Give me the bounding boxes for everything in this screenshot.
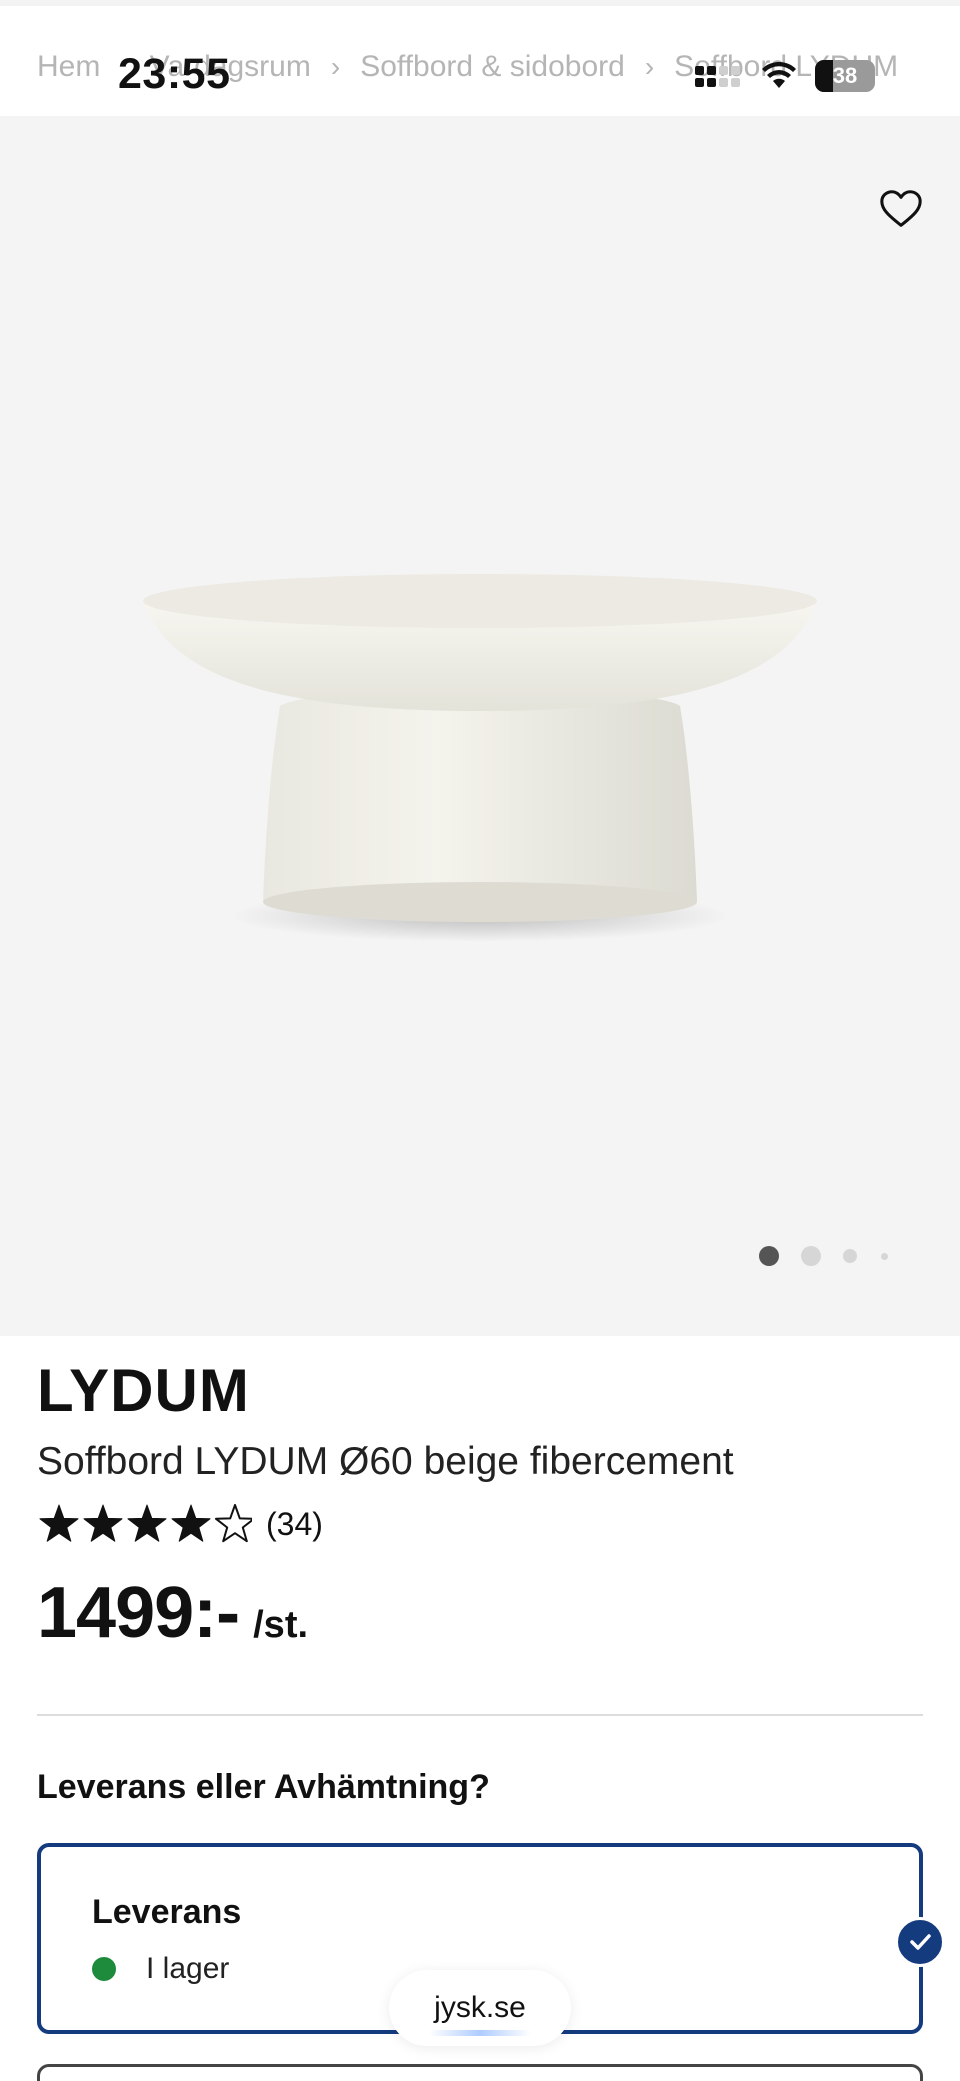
carousel-dot[interactable] <box>881 1252 888 1260</box>
browser-url: jysk.se <box>434 1991 526 2024</box>
product-brand: LYDUM <box>37 1357 250 1424</box>
signal-icon <box>695 66 740 87</box>
carousel-dot[interactable] <box>843 1249 857 1263</box>
product-rating[interactable]: (34) <box>37 1502 323 1546</box>
product-price: 1499:- /st. <box>37 1572 308 1654</box>
star-filled-icon <box>83 1504 123 1542</box>
breadcrumb-separator: › <box>644 51 655 82</box>
heart-outline-icon[interactable] <box>878 186 924 232</box>
star-filled-icon <box>39 1504 79 1542</box>
status-time: 23:55 <box>118 50 231 98</box>
stock-status: I lager <box>92 1952 229 1986</box>
divider <box>37 1714 923 1716</box>
delivery-option-label: Leverans <box>92 1893 242 1931</box>
breadcrumb-item-home[interactable]: Hem <box>37 50 100 84</box>
browser-url-pill[interactable]: jysk.se <box>389 1970 571 2046</box>
star-filled-icon <box>171 1504 211 1542</box>
fulfillment-title: Leverans eller Avhämtning? <box>37 1768 490 1806</box>
pickup-option-card[interactable] <box>37 2064 923 2081</box>
breadcrumb-separator: › <box>330 51 341 82</box>
product-gallery[interactable] <box>0 116 960 1336</box>
review-count[interactable]: (34) <box>266 1506 323 1543</box>
carousel-dot-active[interactable] <box>759 1246 779 1266</box>
battery-icon: 38 <box>815 60 875 92</box>
stock-status-text: I lager <box>146 1952 230 1985</box>
in-stock-indicator-icon <box>92 1957 116 1981</box>
rating-stars <box>39 1504 252 1543</box>
price-amount: 1499:- <box>37 1573 240 1653</box>
carousel-dot[interactable] <box>801 1246 821 1266</box>
carousel-dots[interactable] <box>759 1246 888 1266</box>
checkmark-icon <box>895 1917 945 1967</box>
breadcrumb-item-soffbord-sidobord[interactable]: Soffbord & sidobord <box>360 50 625 84</box>
price-unit: /st. <box>253 1604 309 1646</box>
breadcrumb-bar: Hem › Vardagsrum › Soffbord & sidobord ›… <box>0 0 960 116</box>
product-image <box>143 574 817 942</box>
product-name: Soffbord LYDUM Ø60 beige fibercement <box>37 1440 734 1483</box>
star-empty-icon <box>215 1504 252 1543</box>
loading-glow <box>429 2030 531 2036</box>
wifi-icon <box>762 62 796 88</box>
battery-level: 38 <box>832 63 858 88</box>
status-icons: 38 <box>695 60 875 92</box>
star-filled-icon <box>127 1504 167 1542</box>
